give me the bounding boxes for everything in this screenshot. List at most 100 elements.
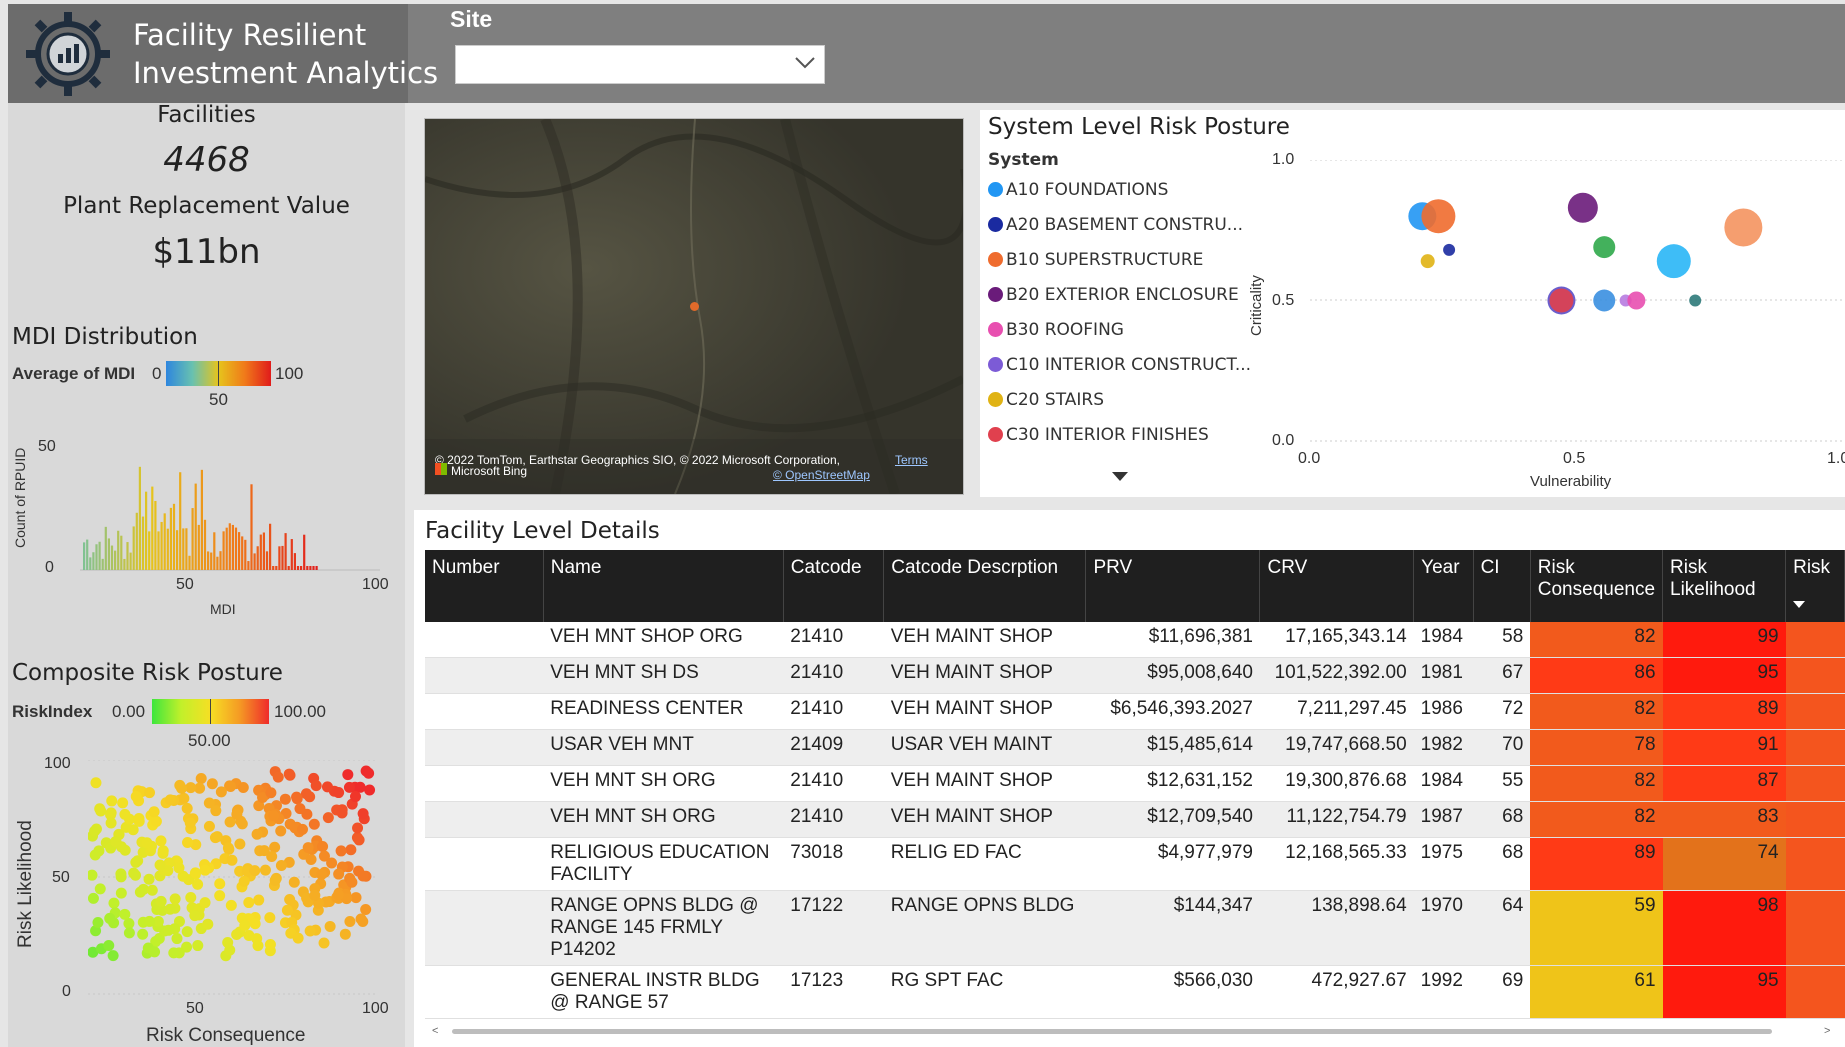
mdi-histogram-bar[interactable] — [107, 538, 110, 570]
composite-point[interactable] — [231, 929, 243, 941]
composite-point[interactable] — [264, 912, 276, 924]
composite-point[interactable] — [108, 897, 120, 909]
mdi-histogram-bar[interactable] — [213, 532, 216, 570]
composite-point[interactable] — [133, 812, 145, 824]
mdi-histogram-bar[interactable] — [250, 484, 253, 570]
composite-point[interactable] — [225, 899, 237, 911]
scroll-right-icon[interactable]: > — [1824, 1025, 1836, 1037]
mdi-histogram-bar[interactable] — [200, 469, 203, 570]
composite-point[interactable] — [226, 854, 238, 866]
composite-point[interactable] — [333, 787, 345, 799]
mdi-histogram-bar[interactable] — [101, 558, 104, 570]
composite-point[interactable] — [288, 876, 300, 888]
mdi-histogram-bar[interactable] — [306, 566, 309, 570]
mdi-histogram-bar[interactable] — [114, 550, 117, 570]
mdi-histogram-bar[interactable] — [95, 544, 98, 570]
composite-point[interactable] — [157, 845, 169, 857]
mdi-histogram-bar[interactable] — [247, 561, 250, 570]
composite-point[interactable] — [144, 787, 156, 799]
composite-point[interactable] — [355, 913, 367, 925]
col-catcode-description[interactable]: Catcode Descrption — [883, 550, 1087, 622]
mdi-histogram-bar[interactable] — [290, 539, 293, 570]
composite-point[interactable] — [344, 916, 356, 928]
composite-point[interactable] — [253, 894, 265, 906]
composite-point[interactable] — [199, 864, 211, 876]
col-year[interactable]: Year — [1413, 550, 1474, 622]
mdi-histogram-bar[interactable] — [151, 486, 154, 570]
composite-point[interactable] — [181, 926, 193, 938]
composite-point[interactable] — [148, 806, 160, 818]
map-osm-link[interactable]: © OpenStreetMap — [773, 468, 870, 482]
scatter-point[interactable] — [1627, 291, 1646, 310]
mdi-histogram-bar[interactable] — [157, 531, 160, 570]
mdi-histogram-bar[interactable] — [284, 533, 287, 570]
composite-point[interactable] — [105, 817, 117, 829]
composite-point[interactable] — [350, 892, 362, 904]
mdi-histogram-bar[interactable] — [117, 530, 120, 570]
composite-point[interactable] — [279, 793, 291, 805]
composite-point[interactable] — [119, 908, 131, 920]
sort-desc-icon[interactable] — [1792, 600, 1806, 609]
mdi-histogram-bar[interactable] — [300, 566, 303, 570]
mdi-histogram-bar[interactable] — [182, 528, 185, 570]
mdi-histogram-bar[interactable] — [126, 542, 129, 570]
composite-point[interactable] — [237, 782, 249, 794]
composite-point[interactable] — [264, 938, 276, 950]
composite-point[interactable] — [304, 791, 316, 803]
mdi-histogram-bar[interactable] — [185, 528, 188, 570]
mdi-histogram-bar[interactable] — [138, 466, 141, 570]
mdi-histogram-bar[interactable] — [275, 566, 278, 570]
mdi-histogram-bar[interactable] — [228, 523, 231, 570]
composite-point[interactable] — [144, 915, 156, 927]
composite-point[interactable] — [141, 837, 153, 849]
composite-point[interactable] — [92, 916, 104, 928]
composite-point[interactable] — [292, 932, 304, 944]
mdi-histogram-bar[interactable] — [281, 545, 284, 570]
composite-point[interactable] — [251, 828, 263, 840]
mdi-histogram-bar[interactable] — [169, 507, 172, 570]
composite-point[interactable] — [283, 768, 295, 780]
mdi-histogram-bar[interactable] — [222, 531, 225, 570]
composite-point[interactable] — [249, 918, 261, 930]
table-row[interactable]: VEH MNT SHOP ORG 21410 VEH MAINT SHOP $11,6… — [425, 622, 1845, 658]
composite-point[interactable] — [202, 918, 214, 930]
mdi-histogram-bar[interactable] — [179, 472, 182, 570]
composite-point[interactable] — [169, 893, 181, 905]
composite-point[interactable] — [214, 878, 226, 890]
composite-point[interactable] — [249, 865, 261, 877]
col-number[interactable]: Number — [425, 550, 544, 622]
scatter-point[interactable] — [1421, 199, 1456, 234]
composite-point[interactable] — [195, 773, 207, 785]
composite-point[interactable] — [149, 946, 161, 958]
composite-point[interactable] — [342, 769, 354, 781]
mdi-histogram-bar[interactable] — [210, 552, 213, 570]
composite-point[interactable] — [316, 869, 328, 881]
col-ci[interactable]: CI — [1473, 550, 1531, 622]
composite-point[interactable] — [189, 867, 201, 879]
col-risk-consequence[interactable]: Risk Consequence — [1530, 550, 1664, 622]
mdi-histogram-bar[interactable] — [191, 508, 194, 570]
table-row[interactable]: VEH MNT SH DS 21410 VEH MAINT SHOP $95,008,… — [425, 657, 1845, 694]
scatter-point[interactable] — [1593, 236, 1616, 259]
site-dropdown[interactable] — [455, 45, 825, 84]
scatter-point[interactable] — [1549, 288, 1574, 313]
system-legend-item[interactable]: C20 STAIRS — [988, 390, 1104, 410]
mdi-histogram-bar[interactable] — [269, 523, 272, 570]
composite-point[interactable] — [134, 886, 146, 898]
mdi-histogram-bar[interactable] — [163, 513, 166, 570]
legend-more-arrow-icon[interactable] — [1108, 470, 1132, 484]
composite-point[interactable] — [88, 869, 98, 881]
composite-point[interactable] — [115, 887, 127, 899]
composite-point[interactable] — [95, 805, 107, 817]
composite-point[interactable] — [310, 780, 322, 792]
mdi-histogram-bar[interactable] — [166, 528, 169, 570]
composite-point[interactable] — [127, 824, 139, 836]
composite-point[interactable] — [184, 817, 196, 829]
composite-point[interactable] — [199, 897, 211, 909]
mdi-histogram-bar[interactable] — [238, 532, 241, 570]
composite-point[interactable] — [107, 950, 119, 962]
composite-point[interactable] — [171, 933, 183, 945]
system-legend-item[interactable]: A20 BASEMENT CONSTRU... — [988, 215, 1243, 235]
composite-point[interactable] — [265, 787, 277, 799]
composite-point[interactable] — [173, 862, 185, 874]
